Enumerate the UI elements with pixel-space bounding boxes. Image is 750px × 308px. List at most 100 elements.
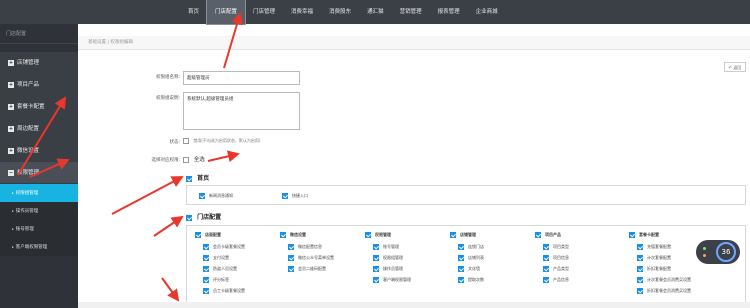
- perm-checkbox[interactable]: [373, 255, 379, 261]
- perm-checkbox[interactable]: [288, 255, 294, 261]
- disable-checkbox[interactable]: [183, 138, 189, 144]
- perm-checkbox[interactable]: [637, 277, 643, 283]
- perm-column-head[interactable]: 项目产品: [535, 232, 561, 238]
- perm-checkbox[interactable]: [458, 266, 464, 272]
- perm-item[interactable]: 提取次数: [458, 277, 484, 283]
- perm-checkbox[interactable]: [637, 255, 643, 261]
- perm-item[interactable]: 折扣套餐配置: [637, 266, 671, 272]
- nav-home[interactable]: 首页: [180, 0, 207, 24]
- perm-item[interactable]: 充值套餐配置: [637, 244, 671, 250]
- top-nav: 首页 门店配置 门店管理 消费幸福 消费股东 通汇猫 营销管理 报表管理 企业商…: [180, 0, 506, 25]
- sidebar-item-package[interactable]: + 套餐卡配置: [0, 96, 78, 118]
- perm-item[interactable]: 防盗人员设置: [203, 266, 237, 272]
- perm-checkbox[interactable]: [535, 232, 541, 238]
- perm-item[interactable]: 计次套餐会员消费买设置: [637, 277, 691, 283]
- sidebar-subitem-account[interactable]: ▸ 账号管理: [0, 220, 78, 238]
- nav-tonghuimao[interactable]: 通汇猫: [359, 0, 392, 24]
- perm-item[interactable]: 产品信息: [543, 277, 569, 283]
- perm-checkbox[interactable]: [637, 288, 643, 294]
- select-all-checkbox[interactable]: [183, 156, 189, 163]
- floating-speed-badge[interactable]: 36: [696, 240, 740, 264]
- perm-checkbox[interactable]: [373, 266, 379, 272]
- perm-checkbox[interactable]: [543, 277, 549, 283]
- perm-item[interactable]: 账号管理: [373, 244, 399, 250]
- perm-item[interactable]: 项目类型: [543, 244, 569, 250]
- perm-checkbox[interactable]: [195, 232, 201, 238]
- perm-item[interactable]: 店铺列表: [458, 255, 484, 261]
- perm-checkbox[interactable]: [373, 277, 379, 283]
- select-all-label: 全选: [193, 157, 205, 163]
- perm-item[interactable]: 文化墙: [458, 266, 480, 272]
- perm-checkbox[interactable]: [637, 244, 643, 250]
- perm-item[interactable]: 支付设置: [203, 255, 229, 261]
- perm-checkbox[interactable]: [450, 232, 456, 238]
- nav-store-manage[interactable]: 门店管理: [245, 0, 283, 24]
- sidebar-item-permission[interactable]: − 权限管理: [0, 162, 78, 184]
- sidebar-item-wechat[interactable]: + 微信设置: [0, 140, 78, 162]
- perm-checkbox[interactable]: [458, 277, 464, 283]
- plus-icon: +: [8, 59, 14, 66]
- perm-item[interactable]: 连锁门店: [458, 244, 484, 250]
- perm-item[interactable]: 会员卡级套餐设置: [203, 244, 245, 250]
- group-store-config-header: 门店配置: [186, 212, 221, 221]
- perm-item[interactable]: 微信配置信息: [288, 244, 322, 250]
- sidebar-item-shop[interactable]: + 店铺管理: [0, 52, 78, 74]
- perm-item[interactable]: 操作员管理: [373, 266, 403, 272]
- perm-column-head[interactable]: 套餐卡配置: [629, 232, 659, 238]
- nav-marketing[interactable]: 营销管理: [392, 0, 430, 24]
- perm-checkbox[interactable]: [543, 255, 549, 261]
- sidebar-subitem-role-group[interactable]: ▸ 权限组管理: [0, 184, 78, 202]
- back-button[interactable]: ↶ 返回: [724, 62, 746, 72]
- perm-checkbox[interactable]: [543, 244, 549, 250]
- perm-checkbox[interactable]: [637, 266, 643, 272]
- select-all-row: 全选: [183, 155, 205, 163]
- perm-checkbox[interactable]: [203, 288, 209, 294]
- perm-column-head[interactable]: 微信设置: [280, 232, 306, 238]
- perm-item[interactable]: 折扣套餐会员消费买设置: [637, 288, 691, 294]
- group-store-config-checkbox[interactable]: [186, 214, 192, 221]
- perm-column-head[interactable]: 权限管理: [365, 232, 391, 238]
- perm-checkbox[interactable]: [282, 193, 288, 199]
- nav-reports[interactable]: 报表管理: [430, 0, 468, 24]
- sidebar-item-products[interactable]: + 项目产品: [0, 74, 78, 96]
- sidebar-subitem-client-perm[interactable]: ▸ 客户端权限管理: [0, 238, 78, 256]
- perm-item[interactable]: 微信公众号菜单设置: [288, 255, 334, 261]
- perm-item[interactable]: 产品类型: [543, 266, 569, 272]
- perm-checkbox[interactable]: [203, 244, 209, 250]
- perm-item[interactable]: 会员二维码配置: [288, 266, 326, 272]
- sidebar-subitem-operator[interactable]: ▸ 操作员管理: [0, 202, 78, 220]
- perm-item[interactable]: 快捷入口: [282, 193, 308, 199]
- perm-item[interactable]: 计次套餐配置: [637, 255, 671, 261]
- nav-mall[interactable]: 企业商城: [468, 0, 506, 24]
- role-desc-textarea[interactable]: 系统默认,超级管理员组: [183, 92, 300, 130]
- perm-checkbox[interactable]: [288, 266, 294, 272]
- perm-checkbox[interactable]: [458, 255, 464, 261]
- perm-item[interactable]: 评分标签: [203, 277, 229, 283]
- perm-item[interactable]: 权限组管理: [373, 255, 403, 261]
- perm-checkbox[interactable]: [373, 244, 379, 250]
- perm-checkbox[interactable]: [203, 266, 209, 272]
- nav-consume-happy[interactable]: 消费幸福: [283, 0, 321, 24]
- perm-checkbox[interactable]: [543, 266, 549, 272]
- perm-checkbox[interactable]: [280, 232, 286, 238]
- perm-checkbox[interactable]: [629, 232, 635, 238]
- group-home-checkbox[interactable]: [186, 175, 192, 182]
- perm-checkbox[interactable]: [458, 244, 464, 250]
- perm-checkbox[interactable]: [203, 255, 209, 261]
- perm-checkbox[interactable]: [199, 193, 205, 199]
- perm-item[interactable]: 项目信息: [543, 255, 569, 261]
- sidebar-item-periphery[interactable]: + 周边配置: [0, 118, 78, 140]
- nav-consume-holder[interactable]: 消费股东: [321, 0, 359, 24]
- perm-column-head[interactable]: 店铺管理: [450, 232, 476, 238]
- perm-item[interactable]: 客户端权限管理: [373, 277, 411, 283]
- nav-store-config[interactable]: 门店配置: [206, 0, 247, 25]
- arrow-to-home-group: [111, 176, 184, 215]
- perm-column-head[interactable]: 店面配置: [195, 232, 221, 238]
- role-name-input[interactable]: 超级管理员: [183, 71, 300, 85]
- perm-checkbox[interactable]: [365, 232, 371, 238]
- perm-item[interactable]: 新闻消息通知: [199, 193, 233, 199]
- perm-checkbox[interactable]: [288, 244, 294, 250]
- perm-checkbox[interactable]: [203, 277, 209, 283]
- perm-item[interactable]: 员工卡级套餐设置: [203, 288, 245, 294]
- sidebar-item-label: 项目产品: [17, 82, 40, 88]
